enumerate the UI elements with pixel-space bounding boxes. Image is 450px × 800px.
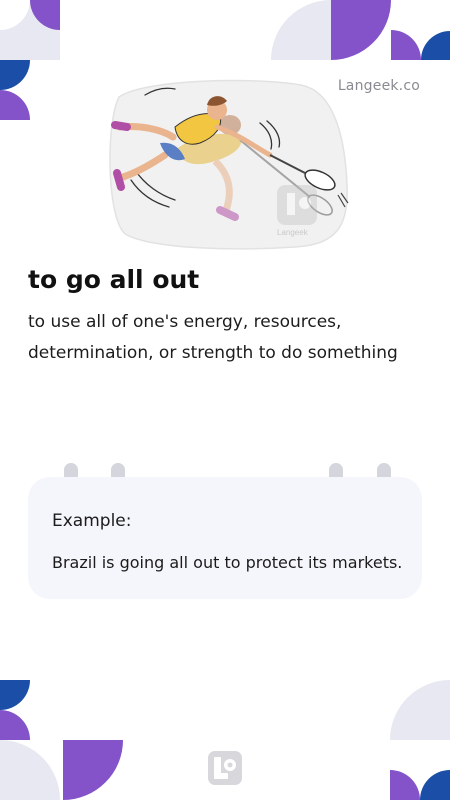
example-card: Example: Brazil is going all out to prot… [28,477,422,599]
deco-top-left-gray [0,0,60,60]
deco-bottom-left-purple-quarter [0,710,30,740]
deco-bottom-purple-quarter [63,740,123,800]
deco-top-right-gray-quarter [271,0,331,60]
example-label: Example: [52,511,132,531]
badminton-players-illustration: Langeek [109,79,349,250]
deco-top-right-purple-quarter [331,0,391,60]
brand-name: Langeek.co [337,78,420,94]
deco-top-right-small-purple [391,30,421,60]
deco-bottom-right-gray-quarter [390,680,450,740]
flashcard-page: Langeek.co Langeek to go all out to use … [0,0,450,800]
deco-bottom-right-small-blue [420,770,450,800]
deco-bottom-right-small-purple [390,770,420,800]
langeek-watermark-logo [277,185,317,225]
example-sentence: Brazil is going all out to protect its m… [52,553,403,572]
deco-left-blue-quarter [0,60,30,90]
phrase-definition: to use all of one's energy, resources, d… [28,312,398,363]
deco-left-purple-quarter [0,90,30,120]
phrase-title: to go all out [28,265,200,294]
deco-top-left-purple-quarter [30,0,60,30]
langeek-logo-icon [208,751,242,785]
deco-bottom-left-blue-quarter [0,680,30,710]
illustration-watermark-text: Langeek [277,228,309,237]
deco-bottom-left-gray-quarter [0,740,60,800]
deco-top-left-white-quarter [0,0,30,30]
deco-top-right-small-blue [421,31,450,60]
